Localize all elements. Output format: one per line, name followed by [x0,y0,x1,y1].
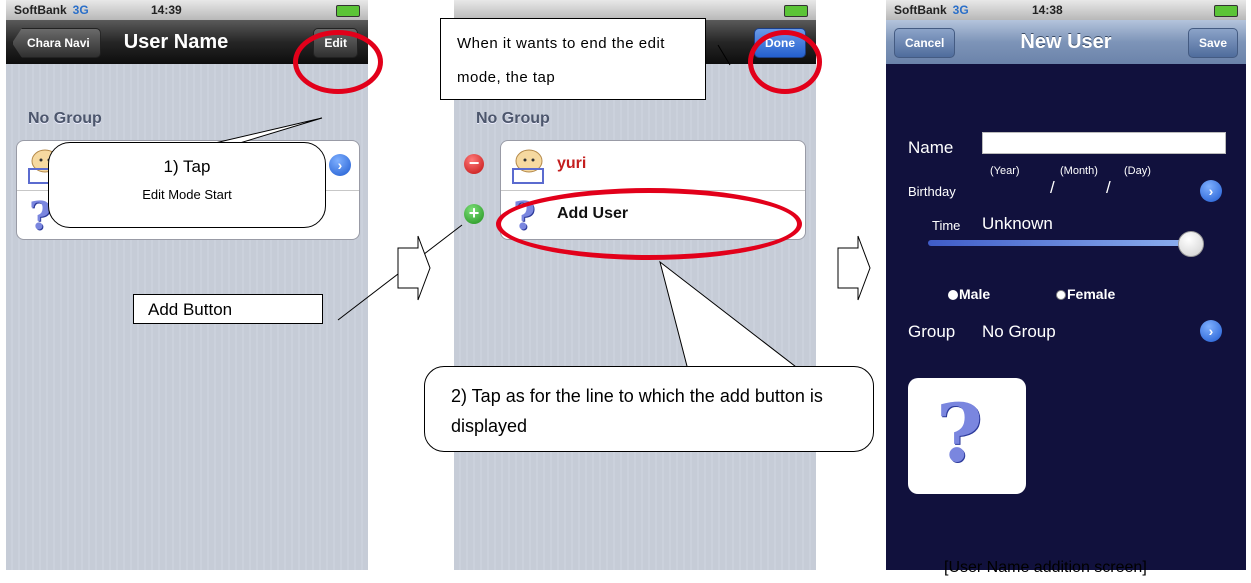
add-user-highlight [496,188,802,260]
screen-caption: [User Name addition screen] [944,559,1147,576]
callout-title: 1) Tap [163,157,211,176]
tap-line-callout: 2) Tap as for the line to which the add … [424,366,874,452]
tap-callout: 1) Tap Edit Mode Start [48,142,326,228]
flow-arrow-icon [397,235,431,301]
edit-highlight [293,30,383,94]
done-hint-callout: When it wants to end the edit mode, the … [440,18,706,100]
callout-tail [659,260,802,371]
done-highlight [748,30,822,94]
callout-subtitle: Edit Mode Start [142,187,232,202]
add-button-callout: Add Button [133,294,323,324]
flow-arrow-icon [837,235,871,301]
pointer-line [717,44,731,66]
